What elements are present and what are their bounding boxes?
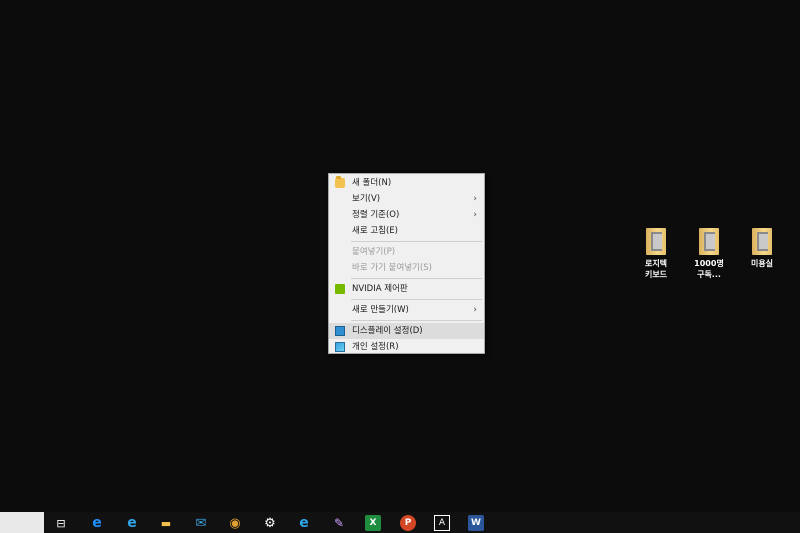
folder-icon [699,228,719,255]
folder-icon [752,228,772,255]
folder-icon [646,228,666,255]
task-view-icon[interactable]: ⊟ [53,515,69,531]
menu-item-label: 새로 고침(E) [352,226,398,236]
chevron-right-icon: › [473,305,477,315]
menu-item-view[interactable]: 보기(V) › [329,191,484,207]
excel-icon[interactable]: X [365,515,381,531]
paint-icon[interactable]: ✎ [331,515,347,531]
menu-item-label: 보기(V) [352,194,381,204]
taskbar: ⊟ e e ▬ ✉ ◉ ⚙ e ✎ X P A W [0,512,800,533]
mail-icon[interactable]: ✉ [193,515,209,531]
desktop-icon-label: 키보드 [644,270,668,279]
menu-item-display-settings[interactable]: 디스플레이 설정(D) [329,323,484,339]
chrome-icon[interactable]: ◉ [227,515,243,531]
menu-separator [351,241,482,242]
desktop-icon-logitech-keyboard[interactable]: 로지텍 키보드 [634,228,678,280]
settings-gear-icon[interactable]: ⚙ [262,515,278,531]
menu-item-label: 바로 가기 붙여넣기(S) [352,263,432,273]
menu-item-label: 디스플레이 설정(D) [352,326,423,336]
menu-item-new-folder[interactable]: 새 폴더(N) [329,175,484,191]
menu-separator [351,320,482,321]
powerpoint-icon[interactable]: P [400,515,416,531]
menu-item-sort-by[interactable]: 정렬 기준(O) › [329,207,484,223]
desktop-icon-label: 구독... [697,270,721,279]
internet-explorer-icon[interactable]: e [124,515,140,531]
menu-item-paste: 붙여넣기(P) [329,244,484,260]
menu-item-label: 새 폴더(N) [352,178,392,188]
menu-item-label: NVIDIA 제어판 [352,284,408,294]
desktop-icon-label: 1000명 [694,259,724,268]
taskbar-search-box[interactable] [0,512,44,533]
chevron-right-icon: › [473,210,477,220]
display-settings-icon [335,326,345,336]
nvidia-icon [335,284,345,294]
menu-item-new[interactable]: 새로 만들기(W) › [329,302,484,318]
chevron-right-icon: › [473,194,477,204]
word-icon[interactable]: W [468,515,484,531]
personalize-icon [335,342,345,352]
internet-explorer-2-icon[interactable]: e [296,515,312,531]
menu-item-label: 새로 만들기(W) [352,305,409,315]
menu-separator [351,299,482,300]
file-explorer-icon[interactable]: ▬ [158,515,174,531]
menu-item-label: 붙여넣기(P) [352,247,396,257]
menu-item-label: 개인 설정(R) [352,342,399,352]
menu-item-nvidia-control-panel[interactable]: NVIDIA 제어판 [329,281,484,297]
menu-separator [351,278,482,279]
menu-item-personalize[interactable]: 개인 설정(R) [329,339,484,355]
desktop-context-menu: 새 폴더(N) 보기(V) › 정렬 기준(O) › 새로 고침(E) 붙여넣기… [328,173,485,354]
desktop-icon-hair-salon[interactable]: 미용실 [740,228,784,269]
edge-icon[interactable]: e [89,515,105,531]
menu-item-refresh[interactable]: 새로 고침(E) [329,223,484,239]
menu-item-label: 정렬 기준(O) [352,210,400,220]
folder-icon [335,176,345,188]
desktop-icon-1000-subscribers[interactable]: 1000명 구독... [687,228,731,280]
desktop-icon-label: 로지텍 [644,259,668,268]
font-app-icon[interactable]: A [434,515,450,531]
desktop-icon-label: 미용실 [750,259,774,268]
menu-item-paste-shortcut: 바로 가기 붙여넣기(S) [329,260,484,276]
